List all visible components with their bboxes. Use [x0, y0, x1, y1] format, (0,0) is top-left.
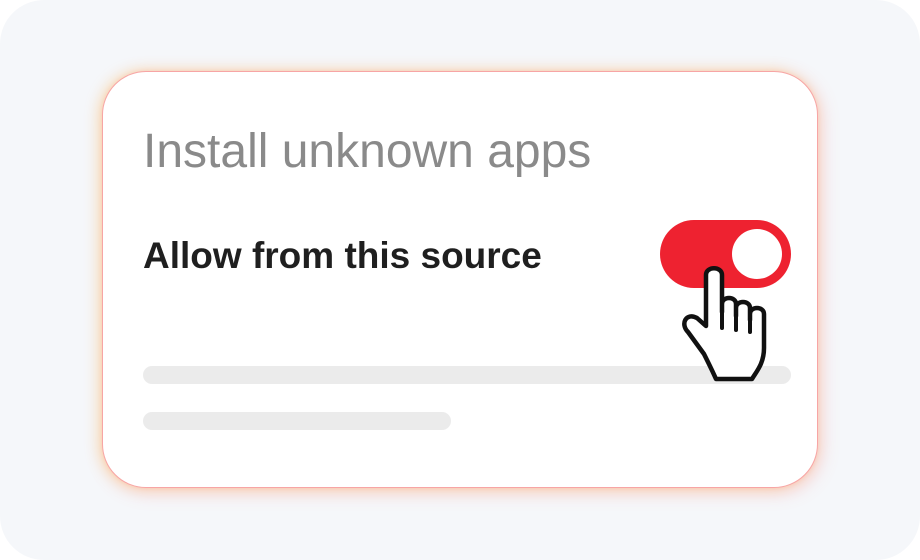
background-canvas: Install unknown apps Allow from this sou… — [0, 0, 920, 560]
card-title: Install unknown apps — [143, 125, 592, 178]
allow-source-toggle[interactable] — [660, 220, 791, 288]
placeholder-line-short — [143, 412, 451, 430]
settings-card: Install unknown apps Allow from this sou… — [102, 71, 818, 488]
allow-source-label: Allow from this source — [143, 235, 542, 276]
placeholder-line-long — [143, 366, 791, 384]
toggle-knob — [732, 229, 782, 279]
